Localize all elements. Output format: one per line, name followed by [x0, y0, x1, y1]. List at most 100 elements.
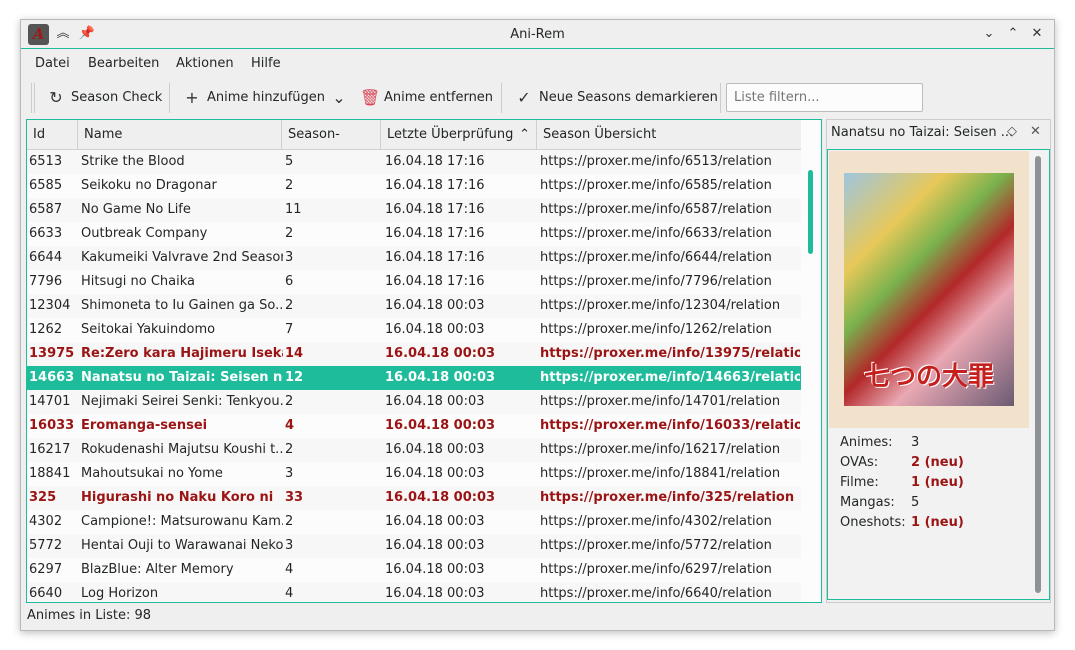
column-last-check[interactable]: Letzte Überprüfung ⌃ [381, 120, 537, 150]
cell-url: https://proxer.me/info/16033/relation [540, 418, 800, 433]
details-scrollbar[interactable] [1035, 156, 1041, 593]
cell-date: 16.04.18 17:16 [385, 274, 485, 289]
cell-count: 4 [285, 562, 294, 577]
table-row[interactable]: 325 Higurashi no Naku Koro ni 33 16.04.18 0… [27, 486, 801, 510]
table-row[interactable]: 14663 Nanatsu no Taizai: Seisen no...12 16… [27, 366, 801, 390]
maximize-button[interactable]: ⌃ [1003, 24, 1023, 44]
cell-date: 16.04.18 00:03 [385, 394, 485, 409]
cell-url: https://proxer.me/info/7796/relation [540, 274, 772, 289]
table-row[interactable]: 7796 Hitsugi no Chaika 6 16.04.18 17:16 http… [27, 270, 801, 294]
menu-aktionen[interactable]: Aktionen [176, 56, 234, 71]
toolbar-grip[interactable] [31, 83, 35, 113]
add-anime-dropdown[interactable]: ⌄ [330, 88, 348, 107]
cell-id: 1262 [29, 322, 63, 337]
column-id[interactable]: Id [27, 120, 78, 150]
table-row[interactable]: 13975 Re:Zero kara Hajimeru Iseka... 14 16.… [27, 342, 801, 366]
cell-name: Shimoneta to Iu Gainen ga So... [81, 298, 283, 313]
cell-url: https://proxer.me/info/6644/relation [540, 250, 772, 265]
close-panel-icon[interactable]: ✕ [1030, 124, 1041, 139]
table-row[interactable]: 18841 Mahoutsukai no Yome 3 16.04.18 00:03 h… [27, 462, 801, 486]
cell-url: https://proxer.me/info/13975/relation [540, 346, 800, 361]
menu-datei[interactable]: Datei [35, 56, 70, 71]
table-body: 6513 Strike the Blood 5 16.04.18 17:16 https… [27, 150, 801, 602]
menu-hilfe[interactable]: Hilfe [251, 56, 281, 71]
cell-count: 3 [285, 250, 294, 265]
cell-date: 16.04.18 00:03 [385, 346, 496, 361]
column-name[interactable]: Name [78, 120, 282, 150]
table-row[interactable]: 4302 Campione!: Matsurowanu Kam... 2 16.04.… [27, 510, 801, 534]
anime-poster: 七つの大罪 [829, 151, 1029, 428]
table-row[interactable]: 6640 Log Horizon 4 16.04.18 00:03 https://pr… [27, 582, 801, 602]
cell-count: 2 [285, 514, 294, 529]
poster-logo: 七つの大罪 [863, 362, 994, 392]
cell-id: 6633 [29, 226, 63, 241]
cell-url: https://proxer.me/info/4302/relation [540, 514, 772, 529]
cell-name: Higurashi no Naku Koro ni [81, 490, 274, 505]
close-button[interactable]: ✕ [1027, 24, 1047, 44]
table-row[interactable]: 6513 Strike the Blood 5 16.04.18 17:16 https… [27, 150, 801, 174]
cell-name: Seitokai Yakuindomo [81, 322, 216, 337]
status-bar: Animes in Liste: 98 [27, 608, 152, 623]
table-row[interactable]: 16033 Eromanga-sensei 4 16.04.18 00:03 https… [27, 414, 801, 438]
table-row[interactable]: 14701 Nejimaki Seirei Senki: Tenkyou... 2 1… [27, 390, 801, 414]
table-row[interactable]: 6644 Kakumeiki Valvrave 2nd Season 3 16.04.… [27, 246, 801, 270]
cell-url: https://proxer.me/info/16217/relation [540, 442, 781, 457]
cell-count: 5 [285, 154, 294, 169]
scrollbar-thumb[interactable] [808, 170, 813, 254]
checkmark-icon: ✓ [517, 88, 531, 107]
cell-id: 5772 [29, 538, 63, 553]
cell-id: 6640 [29, 586, 63, 601]
table-row[interactable]: 6587 No Game No Life 11 16.04.18 17:16 https… [27, 198, 801, 222]
refresh-icon: ↻ [49, 88, 63, 107]
cell-date: 16.04.18 00:03 [385, 466, 485, 481]
table-row[interactable]: 5772 Hentai Ouji to Warawanai Neko 3 16.04.… [27, 534, 801, 558]
cell-name: Nanatsu no Taizai: Seisen no... [81, 370, 283, 385]
column-season-overview[interactable]: Season Übersicht [537, 120, 801, 150]
cell-id: 325 [29, 490, 57, 505]
table-row[interactable]: 1262 Seitokai Yakuindomo 7 16.04.18 00:03 ht… [27, 318, 801, 342]
table-row[interactable]: 6633 Outbreak Company 2 16.04.18 17:16 https… [27, 222, 801, 246]
cell-url: https://proxer.me/info/6585/relation [540, 178, 772, 193]
remove-anime-button[interactable]: 🗑 Anime entfernen [360, 88, 493, 107]
anime-table: Id Name Season-Anzahl Letzte Überprüfung… [26, 119, 822, 603]
cell-name: Hentai Ouji to Warawanai Neko [81, 538, 283, 553]
cell-url: https://proxer.me/info/6640/relation [540, 586, 772, 601]
season-check-button[interactable]: ↻ Season Check [47, 88, 162, 107]
cell-count: 3 [285, 538, 294, 553]
table-row[interactable]: 6297 BlazBlue: Alter Memory 4 16.04.18 00:0… [27, 558, 801, 582]
title-bar: A ︽ 📌 Ani-Rem ⌄ ⌃ ✕ [21, 20, 1054, 49]
cell-name: Seikoku no Dragonar [81, 178, 217, 193]
cell-count: 2 [285, 178, 294, 193]
column-season-count[interactable]: Season-Anzahl [282, 120, 381, 172]
add-anime-button[interactable]: + Anime hinzufügen [183, 88, 325, 107]
table-row[interactable]: 12304 Shimoneta to Iu Gainen ga So... 2 16.… [27, 294, 801, 318]
cell-id: 18841 [29, 466, 71, 481]
cell-date: 16.04.18 00:03 [385, 322, 485, 337]
chevron-down-icon: ⌄ [332, 88, 346, 107]
plus-icon: + [185, 88, 199, 107]
info-label: Animes: [840, 435, 893, 450]
table-row[interactable]: 6585 Seikoku no Dragonar 2 16.04.18 17:16 ht… [27, 174, 801, 198]
cell-url: https://proxer.me/info/6513/relation [540, 154, 772, 169]
mark-seasons-button[interactable]: ✓ Neue Seasons demarkieren [515, 88, 718, 107]
table-row[interactable]: 16217 Rokudenashi Majutsu Koushi t... 2 16.… [27, 438, 801, 462]
cell-url: https://proxer.me/info/14663/relation [540, 370, 800, 385]
cell-url: https://proxer.me/info/12304/relation [540, 298, 781, 313]
cell-name: Re:Zero kara Hajimeru Iseka... [81, 346, 283, 361]
cell-date: 16.04.18 00:03 [385, 514, 485, 529]
table-scrollbar[interactable] [801, 120, 821, 602]
filter-input[interactable] [726, 83, 923, 112]
menu-bearbeiten[interactable]: Bearbeiten [88, 56, 159, 71]
cell-date: 16.04.18 00:03 [385, 298, 485, 313]
details-body: 七つの大罪 Animes: 3 OVAs: 2 (neu) Filme: 1 (neu) M… [827, 149, 1050, 600]
float-icon[interactable]: ◇ [1007, 124, 1017, 139]
cell-count: 33 [285, 490, 304, 505]
cell-url: https://proxer.me/info/325/relation [540, 490, 795, 505]
cell-id: 6587 [29, 202, 63, 217]
cell-count: 2 [285, 298, 294, 313]
cell-name: Log Horizon [81, 586, 159, 601]
info-value: 1 (neu) [911, 475, 964, 490]
cell-name: Kakumeiki Valvrave 2nd Season [81, 250, 283, 265]
minimize-button[interactable]: ⌄ [979, 24, 999, 44]
divider [169, 83, 170, 113]
